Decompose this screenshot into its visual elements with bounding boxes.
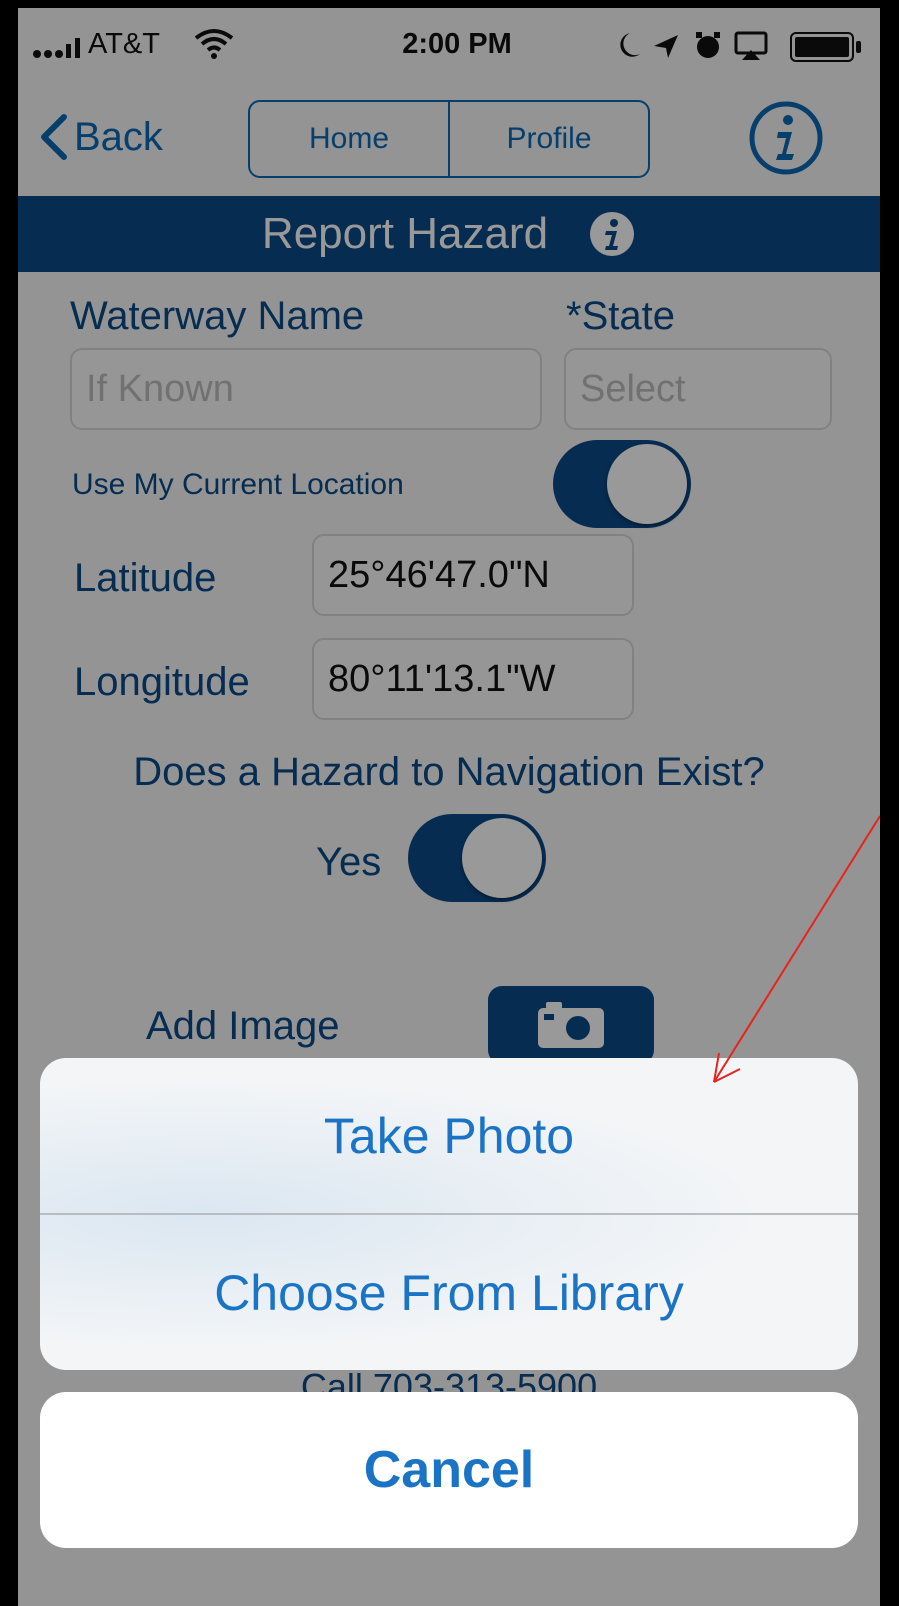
annotation-arrow (713, 815, 880, 1083)
phone-screen: AT&T 2:00 PM Back Home Profile Report Ha… (18, 8, 880, 1606)
